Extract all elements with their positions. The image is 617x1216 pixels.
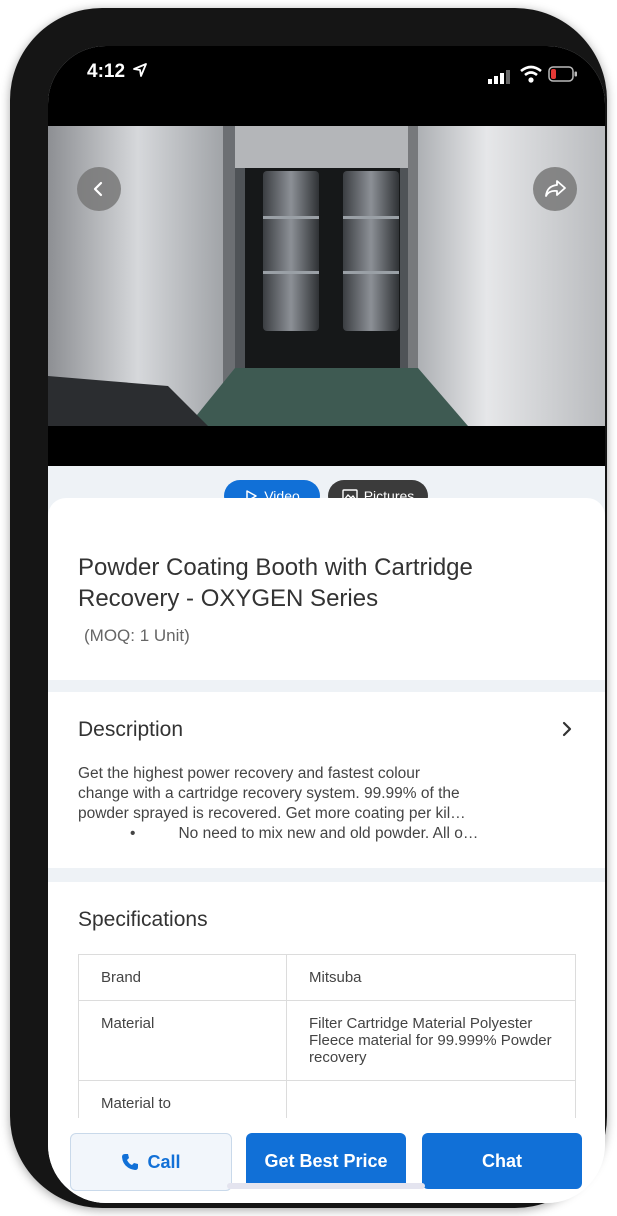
wifi-icon — [520, 65, 542, 88]
product-header: Powder Coating Booth with Cartridge Reco… — [48, 498, 605, 680]
share-arrow-icon — [545, 180, 566, 197]
description-heading: Description — [78, 718, 184, 741]
share-button[interactable] — [533, 167, 577, 211]
home-indicator[interactable] — [227, 1183, 425, 1189]
chat-button-label: Chat — [482, 1150, 522, 1171]
status-time: 4:12 — [87, 61, 126, 82]
spec-value: Filter Cartridge Material Polyester Flee… — [286, 1000, 576, 1081]
description-line: change with a cartridge recovery system.… — [78, 785, 460, 802]
product-title: Powder Coating Booth with Cartridge Reco… — [78, 554, 473, 612]
table-row: Material Filter Cartridge Material Polye… — [78, 1000, 576, 1081]
table-row: Brand Mitsuba — [78, 954, 576, 1001]
specifications-table: Brand Mitsuba Material Filter Cartridge … — [78, 954, 576, 1127]
app-screen: 4:12 Video Pictures Powder Coating Booth… — [48, 46, 605, 1203]
spec-value: Mitsuba — [286, 954, 576, 1001]
specifications-section: Specifications Brand Mitsuba Material Fi… — [48, 882, 605, 1127]
action-bar: Call Get Best Price Chat — [48, 1118, 605, 1203]
chevron-left-icon — [93, 181, 103, 197]
description-line: Get the highest power recovery and faste… — [78, 765, 421, 782]
cellular-signal-icon — [488, 70, 510, 89]
product-media[interactable] — [48, 126, 605, 466]
moq-label: (MOQ: 1 Unit) — [84, 626, 190, 645]
phone-frame: 4:12 Video Pictures Powder Coating Booth… — [10, 8, 607, 1208]
location-arrow-icon — [132, 62, 148, 83]
battery-low-icon — [548, 66, 578, 87]
description-line: powder sprayed is recovered. Get more co… — [78, 805, 466, 822]
phone-icon — [122, 1154, 139, 1170]
get-best-price-button[interactable]: Get Best Price — [246, 1133, 406, 1189]
chat-button[interactable]: Chat — [422, 1133, 582, 1189]
description-line: • No need to mix new and old powder. All… — [130, 825, 479, 842]
chevron-right-icon[interactable] — [560, 720, 574, 743]
get-best-price-label: Get Best Price — [264, 1150, 388, 1171]
description-section[interactable]: Description Get the highest power recove… — [48, 692, 605, 868]
spec-label: Brand — [78, 954, 287, 1001]
spec-label: Material — [78, 1000, 287, 1081]
back-button[interactable] — [77, 167, 121, 211]
call-button-label: Call — [147, 1151, 181, 1172]
product-photo — [48, 126, 605, 426]
call-button[interactable]: Call — [70, 1133, 232, 1191]
status-bar: 4:12 — [48, 46, 605, 126]
specifications-heading: Specifications — [78, 908, 208, 931]
description-text: Get the highest power recovery and faste… — [78, 764, 578, 844]
